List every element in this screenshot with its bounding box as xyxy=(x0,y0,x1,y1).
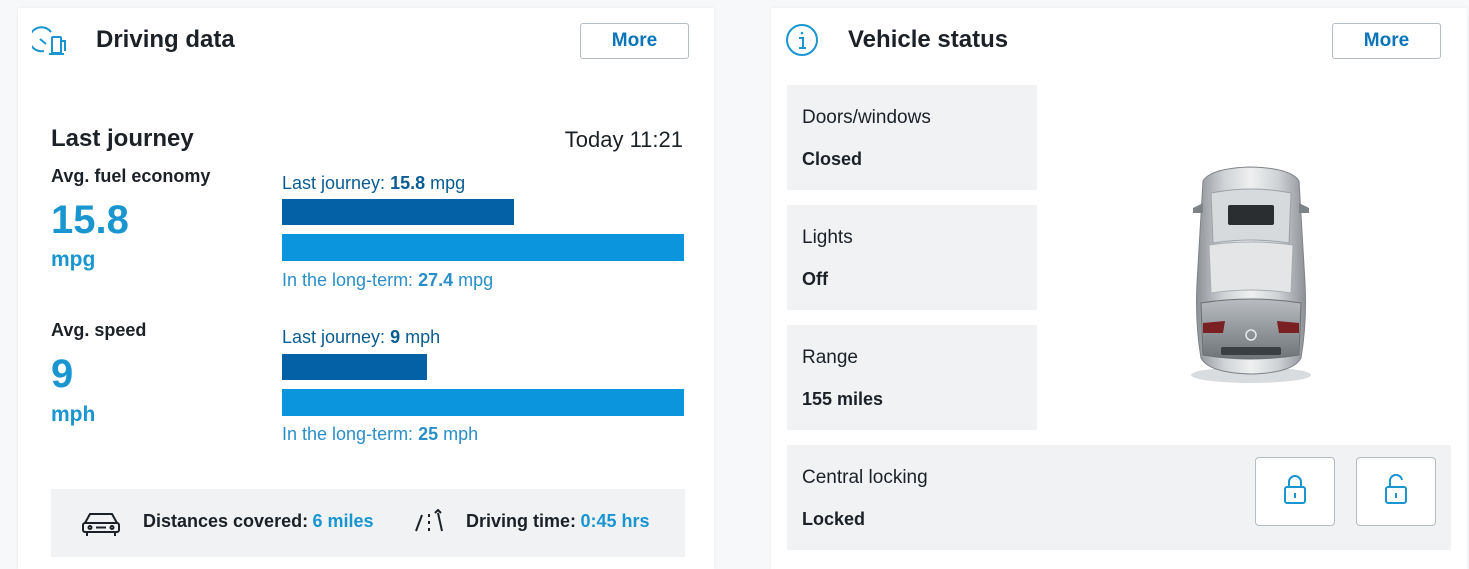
lights-value: Off xyxy=(802,269,828,289)
fuel-long-term-bar xyxy=(282,234,684,261)
central-locking-row: Central locking Locked xyxy=(787,445,1451,550)
distance-value: 6 miles xyxy=(312,511,374,531)
fuel-long-value: 27.4 xyxy=(418,270,454,290)
car-icon xyxy=(81,509,121,542)
vehicle-status-title: Vehicle status xyxy=(848,26,1009,53)
speed-long-term-text: In the long-term: 25 mph xyxy=(282,424,478,445)
fuel-last-journey-text: Last journey: 15.8 mpg xyxy=(282,173,465,194)
driving-data-title: Driving data xyxy=(96,26,235,53)
central-locking-value: Locked xyxy=(802,509,866,529)
fuel-long-unit: mpg xyxy=(458,270,494,290)
journey-summary-bar: Distances covered: 6 miles Driving time:… xyxy=(51,489,685,557)
range-tile: Range 155 miles xyxy=(787,325,1037,430)
fuel-gauge-icon xyxy=(28,24,70,63)
fuel-economy-label: Avg. fuel economy xyxy=(51,166,211,186)
status-more-button[interactable]: More xyxy=(1332,23,1441,59)
last-journey-title: Last journey xyxy=(51,125,194,152)
fuel-economy-unit: mpg xyxy=(51,248,96,271)
distance-label: Distances covered: xyxy=(143,511,309,531)
driving-data-card: Driving data More Last journey Today 11:… xyxy=(18,8,714,569)
speed-long-value: 25 xyxy=(418,424,439,444)
speed-last-unit: mph xyxy=(405,327,441,347)
distance-covered: Distances covered: 6 miles xyxy=(143,511,374,532)
speed-last-journey-text: Last journey: 9 mph xyxy=(282,327,440,348)
speed-last-label: Last journey: xyxy=(282,327,386,347)
road-icon xyxy=(413,508,445,538)
avg-speed-unit: mph xyxy=(51,403,96,426)
fuel-economy-value: 15.8 xyxy=(51,198,129,242)
fuel-long-label: In the long-term: xyxy=(282,270,414,290)
speed-last-journey-bar xyxy=(282,354,427,380)
info-icon xyxy=(785,23,819,62)
range-value: 155 miles xyxy=(802,389,884,409)
speed-last-value: 9 xyxy=(390,327,401,347)
unlock-button[interactable] xyxy=(1356,457,1436,526)
lock-button[interactable] xyxy=(1255,457,1335,526)
vehicle-status-card: Vehicle status More Doors/windows Closed… xyxy=(771,8,1467,569)
avg-speed-label: Avg. speed xyxy=(51,320,147,340)
speed-long-label: In the long-term: xyxy=(282,424,414,444)
fuel-last-value: 15.8 xyxy=(390,173,426,193)
range-label: Range xyxy=(802,347,858,368)
central-locking-label: Central locking xyxy=(802,467,928,488)
doors-windows-label: Doors/windows xyxy=(802,107,931,128)
driving-time: Driving time: 0:45 hrs xyxy=(466,511,650,532)
lights-tile: Lights Off xyxy=(787,205,1037,310)
fuel-last-journey-bar xyxy=(282,199,514,225)
speed-long-unit: mph xyxy=(443,424,479,444)
driving-more-button[interactable]: More xyxy=(580,23,689,59)
driving-time-label: Driving time: xyxy=(466,511,577,531)
last-journey-timestamp: Today 11:21 xyxy=(564,127,683,152)
car-top-view-image xyxy=(1181,163,1321,393)
lock-open-icon xyxy=(1383,473,1409,510)
fuel-last-unit: mpg xyxy=(430,173,466,193)
doors-windows-value: Closed xyxy=(802,149,863,169)
doors-windows-tile: Doors/windows Closed xyxy=(787,85,1037,190)
lights-label: Lights xyxy=(802,227,853,248)
driving-time-value: 0:45 hrs xyxy=(580,511,650,531)
avg-speed-value: 9 xyxy=(51,352,74,396)
speed-long-term-bar xyxy=(282,389,684,416)
fuel-long-term-text: In the long-term: 27.4 mpg xyxy=(282,270,493,291)
fuel-last-label: Last journey: xyxy=(282,173,386,193)
lock-closed-icon xyxy=(1282,473,1308,510)
